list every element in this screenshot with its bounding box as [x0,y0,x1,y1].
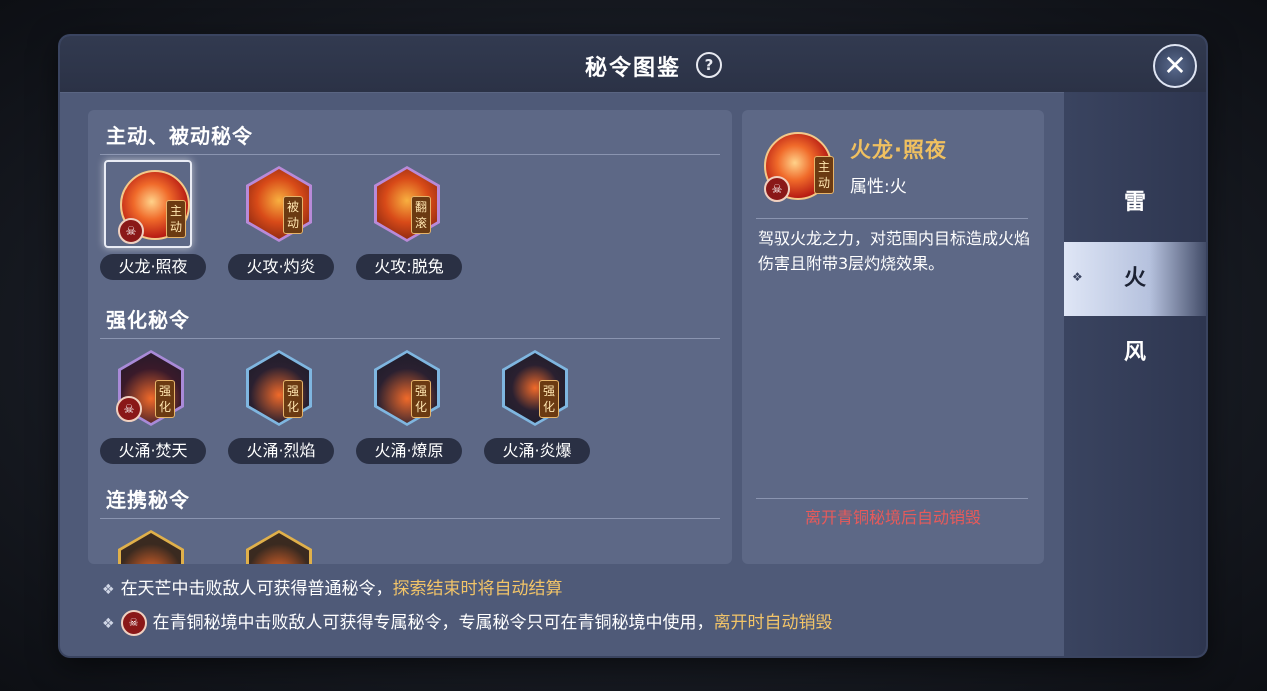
token-label: 火涌·烈焰 [228,438,334,464]
tag-badge: 强化 [411,380,431,418]
footer-note-exclusive: ❖ ☠ 在青铜秘境中击败敌人可获得专属秘令，专属秘令只可在青铜秘境中使用，离开时自动… [102,608,833,636]
element-tabs: 雷 ❖ 火 风 [1064,92,1206,656]
section-title-active-passive: 主动、被动秘令 [106,124,253,148]
detail-description: 驾驭火龙之力，对范围内目标造成火焰伤害且附带3层灼烧效果。 [758,229,1031,273]
diamond-icon: ❖ [1072,270,1083,284]
tag-badge: 被动 [283,196,303,234]
tag-badge: 主动 [166,200,186,238]
token-label: 火攻·灼炎 [228,254,334,280]
tab-thunder[interactable]: 雷 [1064,166,1206,240]
tag-badge: 强化 [283,380,303,418]
exclusive-skull-icon: ☠ [764,176,790,202]
token-label: 火涌·燎原 [356,438,462,464]
combo-token-icon [246,530,312,564]
token-card-flame-spread[interactable]: 强化 火涌·燎原 [356,350,462,470]
destroy-warning: 离开青铜秘境后自动销毁 [804,508,981,527]
tag-badge: 强化 [155,380,175,418]
divider [756,498,1028,499]
footer-text: 在天芒中击败敌人可获得普通秘令， [120,579,393,599]
token-label: 火涌·焚天 [100,438,206,464]
token-card-fire-attack[interactable]: 被动 火攻·灼炎 [228,166,334,286]
divider [756,218,1028,219]
token-label: 火攻:脱兔 [356,254,462,280]
detail-name: 火龙·照夜 [850,138,947,162]
footer-highlight: 探索结束时将自动结算 [392,579,563,599]
tab-fire[interactable]: ❖ 火 [1064,242,1206,316]
token-list-panel[interactable]: 主动、被动秘令 主动 ☠ 火龙·照夜 被动 火攻·灼炎 翻滚 火攻:脱兔 强化秘… [88,110,732,564]
tag-badge: 主动 [814,156,834,194]
tag-badge: 翻滚 [411,196,431,234]
detail-attribute: 属性:火 [850,177,907,197]
exclusive-skull-icon: ☠ [120,610,147,636]
diamond-icon: ❖ [102,616,115,632]
close-icon[interactable]: ✕ [1153,44,1197,88]
diamond-icon: ❖ [102,582,115,598]
section-title-combo: 连携秘令 [106,488,190,512]
divider [100,518,720,519]
divider [100,154,720,155]
help-icon[interactable]: ? [696,52,722,78]
token-label: 火龙·照夜 [100,254,206,280]
token-card-flame-up[interactable]: 强化 ☠ 火涌·焚天 [100,350,206,470]
tab-wind[interactable]: 风 [1064,316,1206,390]
footer-text: 在青铜秘境中击败敌人可获得专属秘令，专属秘令只可在青铜秘境中使用， [152,613,714,633]
divider [100,338,720,339]
token-card-combo[interactable] [100,530,206,564]
title-bar: 秘令图鉴 ? ✕ [60,36,1206,93]
token-card-fire-dragon[interactable]: 主动 ☠ 火龙·照夜 [100,160,206,286]
exclusive-skull-icon: ☠ [116,396,142,422]
token-card-fire-roll[interactable]: 翻滚 火攻:脱兔 [356,166,462,286]
footer-note-normal: ❖ 在天芒中击败敌人可获得普通秘令，探索结束时将自动结算 [102,574,563,599]
detail-panel: 主动 ☠ 火龙·照夜 属性:火 驾驭火龙之力，对范围内目标造成火焰伤害且附带3层… [742,110,1044,564]
section-title-enhance: 强化秘令 [106,308,190,332]
detail-fire-dragon-icon: 主动 ☠ [758,128,848,208]
footer-highlight: 离开时自动销毁 [713,613,833,633]
tab-fire-label: 火 [1123,266,1146,291]
token-card-flame-pillar[interactable]: 强化 火涌·烈焰 [228,350,334,470]
tag-badge: 强化 [539,380,559,418]
codex-dialog: 秘令图鉴 ? ✕ 主动、被动秘令 主动 ☠ 火龙·照夜 被动 火攻·灼炎 翻滚 … [60,36,1206,656]
token-card-flame-burst[interactable]: 强化 火涌·炎爆 [484,350,590,470]
combo-token-icon [118,530,184,564]
dialog-title: 秘令图鉴 [584,56,681,81]
token-label: 火涌·炎爆 [484,438,590,464]
token-card-combo[interactable] [228,530,334,564]
exclusive-skull-icon: ☠ [118,218,144,244]
